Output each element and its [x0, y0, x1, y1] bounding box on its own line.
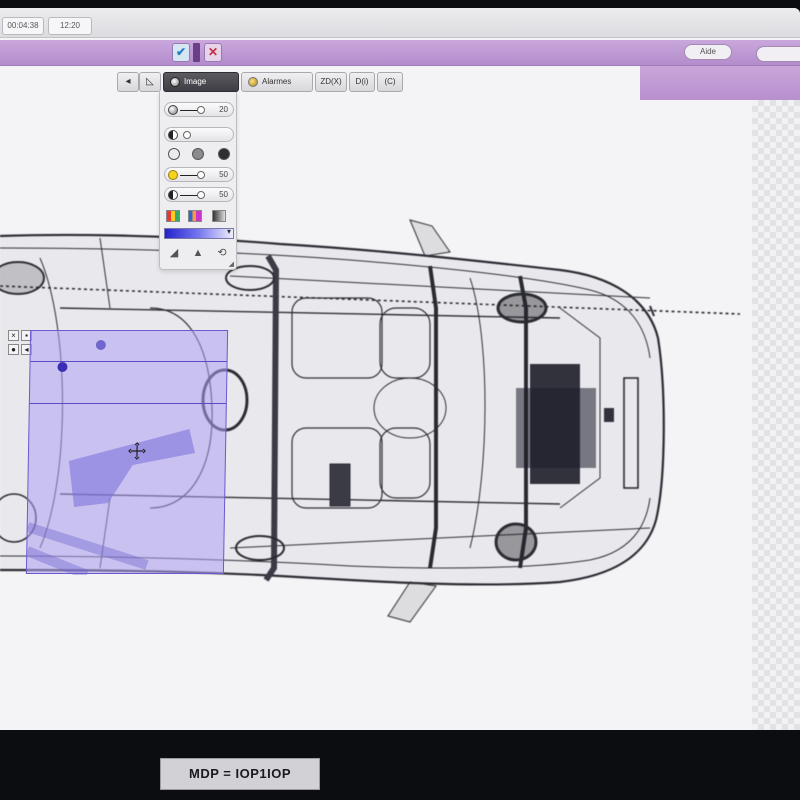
invert-icon [168, 130, 178, 140]
reset-icon[interactable]: ⟲ [214, 246, 230, 260]
contrast-value: 20 [219, 105, 228, 114]
check-icon: ✔ [175, 45, 187, 59]
x-icon: ✕ [207, 45, 219, 59]
shade-light-button[interactable] [168, 148, 180, 160]
tab-shape[interactable]: ◺ [139, 72, 161, 92]
main-toolbar: ✔ ✕ Aide [0, 40, 800, 66]
record-icon[interactable]: ● [8, 344, 19, 355]
screen: 00:04:38 12:20 ✔ ✕ Aide × ▪ ● ◂ ◂ ◺ Imag… [0, 8, 800, 730]
tab-c[interactable]: (C) [377, 72, 403, 92]
sun-icon [168, 170, 178, 180]
bulb-icon [248, 77, 258, 87]
tab-bar: ◂ ◺ Image Alarmes ZD(X) D(i) (C) [117, 72, 407, 94]
shade-selector [166, 148, 232, 162]
slider-thumb[interactable] [197, 171, 205, 179]
help-button[interactable]: Aide [684, 44, 732, 60]
shape-icon[interactable]: ▲ [190, 246, 206, 260]
gradient-select[interactable]: ▾ [164, 227, 234, 239]
toolbar-right-button[interactable] [756, 46, 800, 62]
clock-time: 12:20 [48, 17, 92, 35]
lens-icon [170, 77, 180, 87]
slider-thumb[interactable] [197, 191, 205, 199]
close-icon[interactable]: × [8, 330, 19, 341]
reject-button[interactable]: ✕ [204, 43, 222, 62]
gamma-slider[interactable]: 50 [164, 187, 234, 202]
elapsed-time: 00:04:38 [2, 17, 44, 35]
toggle-thumb[interactable] [183, 131, 191, 139]
toolbar-separator [193, 43, 200, 62]
tab-zd[interactable]: ZD(X) [315, 72, 347, 92]
arrow-left-icon: ◂ [125, 76, 131, 87]
tab-alarmes[interactable]: Alarmes [241, 72, 313, 92]
palette-rainbow-button[interactable] [188, 210, 202, 222]
ramp-icon[interactable]: ◢ [166, 246, 182, 260]
contrast-icon [168, 105, 178, 115]
toolbar-extension [640, 66, 800, 100]
bezel-label: MDP = IOP1IOP [160, 758, 320, 790]
palette-grayscale-button[interactable] [212, 210, 226, 222]
invert-toggle[interactable] [164, 127, 234, 142]
brightness-value: 50 [219, 170, 228, 179]
tab-d[interactable]: D(i) [349, 72, 375, 92]
gamma-value: 50 [219, 190, 228, 199]
image-margin [752, 100, 800, 730]
contrast-slider[interactable]: 20 [164, 102, 234, 117]
zoom-content [26, 340, 195, 575]
brightness-slider[interactable]: 50 [164, 167, 234, 182]
chevron-down-icon: ▾ [226, 227, 231, 236]
image-settings-panel: 20 50 50 ▾ ◢ ▲ ⟲ ◢ [159, 92, 237, 270]
tab-image[interactable]: Image [163, 72, 239, 92]
status-bar: 00:04:38 12:20 [0, 8, 800, 38]
shade-dark-button[interactable] [218, 148, 230, 160]
validate-button[interactable]: ✔ [172, 43, 190, 62]
triangle-icon: ◺ [146, 76, 154, 87]
shade-medium-button[interactable] [192, 148, 204, 160]
zoom-selection[interactable] [25, 330, 229, 575]
resize-grip-icon[interactable]: ◢ [229, 260, 234, 268]
slider-thumb[interactable] [197, 106, 205, 114]
gamma-icon [168, 190, 178, 200]
palette-color-button[interactable] [166, 210, 180, 222]
tab-back[interactable]: ◂ [117, 72, 139, 92]
